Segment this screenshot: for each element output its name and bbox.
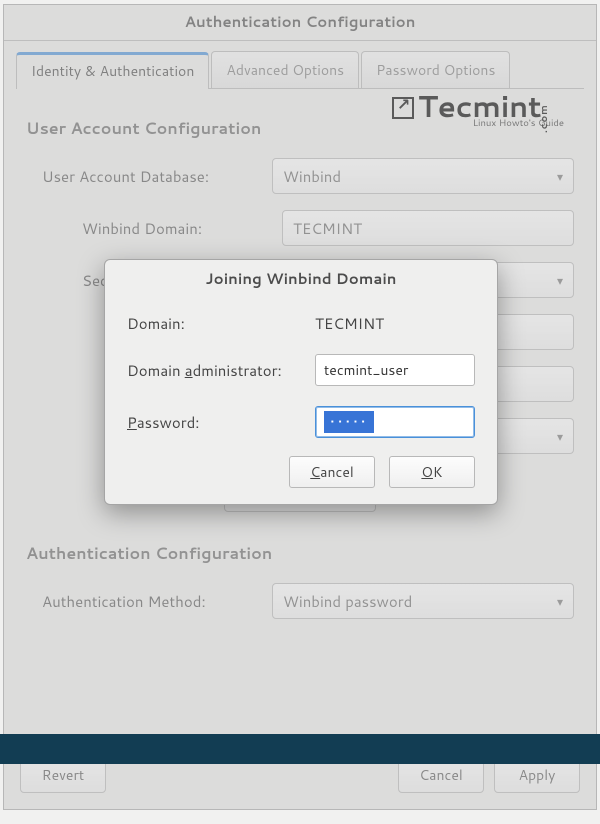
watermark-suffix: .com xyxy=(539,104,549,133)
modal-label-domain: Domain: xyxy=(127,313,307,334)
page-footer-stripe xyxy=(0,734,600,764)
input-winbind-domain[interactable]: TECMINT xyxy=(282,210,574,246)
domain-administrator-input[interactable]: tecmint_user xyxy=(315,354,475,386)
domain-administrator-value: tecmint_user xyxy=(324,360,408,380)
row-user-account-database: User Account Database: Winbind ▾ xyxy=(26,158,574,194)
modal-row-admin: Domain administrator: tecmint_user xyxy=(105,344,497,396)
modal-cancel-button[interactable]: Cancel xyxy=(289,456,375,488)
modal-label-admin: Domain administrator: xyxy=(127,360,307,381)
row-authentication-method: Authentication Method: Winbind password … xyxy=(26,583,574,619)
tecmint-watermark: Tecmint.com Linux Howto's Guide xyxy=(392,91,568,129)
section-authentication-configuration: Authentication Configuration xyxy=(26,542,574,565)
chevron-down-icon: ▾ xyxy=(557,593,563,610)
window-title: Authentication Configuration xyxy=(4,5,596,41)
chevron-down-icon: ▾ xyxy=(557,428,563,445)
joining-winbind-domain-dialog: Joining Winbind Domain Domain: TECMINT D… xyxy=(104,259,498,505)
select-authentication-method[interactable]: Winbind password ▾ xyxy=(272,583,574,619)
modal-row-domain: Domain: TECMINT xyxy=(105,303,497,344)
tab-row: Identity & Authentication Advanced Optio… xyxy=(4,41,596,88)
modal-title: Joining Winbind Domain xyxy=(105,260,497,303)
label-user-account-database: User Account Database: xyxy=(42,166,272,187)
chevron-down-icon: ▾ xyxy=(557,272,563,289)
modal-ok-button[interactable]: OK xyxy=(389,456,475,488)
input-winbind-domain-value: TECMINT xyxy=(293,218,362,239)
row-winbind-domain: Winbind Domain: TECMINT xyxy=(26,210,574,246)
select-user-account-database-value: Winbind xyxy=(283,166,341,187)
password-mask: ••••• xyxy=(324,411,374,433)
select-user-account-database[interactable]: Winbind ▾ xyxy=(272,158,574,194)
label-authentication-method: Authentication Method: xyxy=(42,591,272,612)
expand-icon xyxy=(392,97,414,119)
modal-button-row: Cancel OK xyxy=(105,448,497,488)
label-winbind-domain: Winbind Domain: xyxy=(42,218,282,239)
tab-password-options[interactable]: Password Options xyxy=(361,51,510,88)
select-authentication-method-value: Winbind password xyxy=(283,591,412,612)
authconfig-window: Authentication Configuration Identity & … xyxy=(3,4,597,810)
tab-identity-authentication[interactable]: Identity & Authentication xyxy=(16,52,209,89)
modal-row-password: Password: ••••• xyxy=(105,396,497,448)
modal-label-password: Password: xyxy=(127,412,307,433)
modal-value-domain: TECMINT xyxy=(315,313,384,334)
chevron-down-icon: ▾ xyxy=(557,168,563,185)
password-input[interactable]: ••••• xyxy=(315,406,475,438)
tab-advanced-options[interactable]: Advanced Options xyxy=(211,51,359,88)
